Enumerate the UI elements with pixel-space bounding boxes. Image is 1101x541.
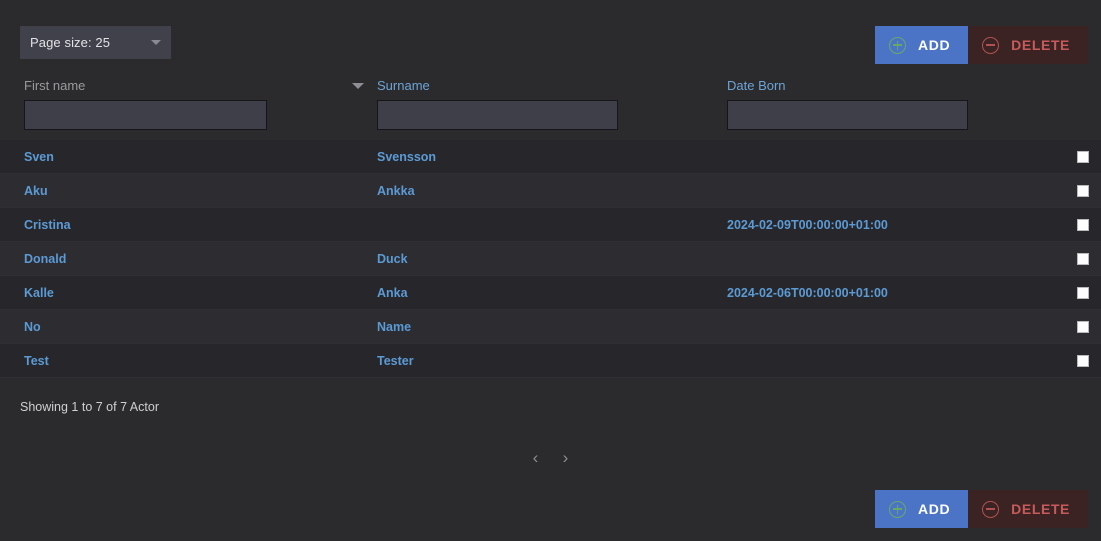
- column-header-first-name-label[interactable]: First name: [24, 78, 267, 94]
- cell-first-name[interactable]: Cristina: [24, 208, 71, 242]
- row-select-checkbox[interactable]: [1077, 253, 1089, 265]
- sort-desc-arrow-icon[interactable]: [352, 83, 364, 89]
- row-select-checkbox[interactable]: [1077, 321, 1089, 333]
- chevron-right-icon[interactable]: ›: [555, 446, 577, 468]
- showing-count-text: Showing 1 to 7 of 7 Actor: [20, 400, 159, 414]
- table-row[interactable]: Cristina 2024-02-09T00:00:00+01:00: [0, 208, 1101, 242]
- cell-surname[interactable]: Duck: [377, 242, 408, 276]
- row-select-checkbox[interactable]: [1077, 219, 1089, 231]
- circle-minus-icon: [982, 500, 1000, 518]
- row-select-checkbox-wrap: [1077, 321, 1089, 333]
- cell-first-name[interactable]: Sven: [24, 140, 54, 174]
- row-select-checkbox[interactable]: [1077, 287, 1089, 299]
- row-select-checkbox[interactable]: [1077, 185, 1089, 197]
- column-header-surname: Surname: [377, 78, 618, 130]
- add-button-top[interactable]: ADD: [875, 26, 969, 64]
- actor-table-page: Page size: 25 ADD DELETE First name Surn…: [0, 0, 1101, 541]
- column-header-surname-label[interactable]: Surname: [377, 78, 618, 94]
- top-action-buttons: ADD DELETE: [875, 26, 1088, 64]
- cell-surname[interactable]: Svensson: [377, 140, 436, 174]
- table-row[interactable]: Test Tester: [0, 344, 1101, 378]
- column-header-date-born-label[interactable]: Date Born: [727, 78, 968, 94]
- circle-plus-icon: [889, 36, 907, 54]
- table-row[interactable]: Donald Duck: [0, 242, 1101, 276]
- filter-input-first-name[interactable]: [24, 100, 267, 130]
- bottom-action-buttons: ADD DELETE: [875, 490, 1088, 528]
- table-row[interactable]: No Name: [0, 310, 1101, 344]
- circle-minus-icon: [982, 36, 1000, 54]
- page-size-select[interactable]: Page size: 25: [20, 26, 171, 59]
- cell-first-name[interactable]: Aku: [24, 174, 48, 208]
- cell-first-name[interactable]: No: [24, 310, 41, 344]
- row-select-checkbox-wrap: [1077, 253, 1089, 265]
- row-select-checkbox-wrap: [1077, 185, 1089, 197]
- cell-first-name[interactable]: Test: [24, 344, 49, 378]
- cell-surname[interactable]: Anka: [377, 276, 408, 310]
- column-header-date-born: Date Born: [727, 78, 968, 130]
- cell-surname[interactable]: Name: [377, 310, 411, 344]
- cell-first-name[interactable]: Kalle: [24, 276, 54, 310]
- row-select-checkbox-wrap: [1077, 219, 1089, 231]
- cell-first-name[interactable]: Donald: [24, 242, 66, 276]
- add-button-top-label: ADD: [918, 37, 951, 53]
- row-select-checkbox[interactable]: [1077, 151, 1089, 163]
- table-row[interactable]: Aku Ankka: [0, 174, 1101, 208]
- circle-plus-icon: [889, 500, 907, 518]
- row-select-checkbox-wrap: [1077, 287, 1089, 299]
- cell-surname[interactable]: Ankka: [377, 174, 415, 208]
- add-button-bottom-label: ADD: [918, 501, 951, 517]
- delete-button-bottom[interactable]: DELETE: [968, 490, 1088, 528]
- column-filter-row: First name Surname Date Born: [0, 78, 1101, 140]
- cell-surname[interactable]: Tester: [377, 344, 414, 378]
- page-size-label: Page size: 25: [30, 35, 111, 50]
- cell-date-born[interactable]: 2024-02-09T00:00:00+01:00: [727, 208, 888, 242]
- pagination-controls: ‹ ›: [0, 446, 1101, 468]
- column-header-first-name: First name: [24, 78, 267, 130]
- chevron-left-icon[interactable]: ‹: [525, 446, 547, 468]
- delete-button-bottom-label: DELETE: [1011, 501, 1070, 517]
- actor-table: Sven Svensson Aku Ankka Cristina 2024-02-09T0…: [0, 140, 1101, 378]
- chevron-down-icon: [151, 40, 161, 45]
- delete-button-top-label: DELETE: [1011, 37, 1070, 53]
- filter-input-date-born[interactable]: [727, 100, 968, 130]
- row-select-checkbox-wrap: [1077, 151, 1089, 163]
- table-row[interactable]: Sven Svensson: [0, 140, 1101, 174]
- table-row[interactable]: Kalle Anka 2024-02-06T00:00:00+01:00: [0, 276, 1101, 310]
- row-select-checkbox[interactable]: [1077, 355, 1089, 367]
- cell-date-born[interactable]: 2024-02-06T00:00:00+01:00: [727, 276, 888, 310]
- add-button-bottom[interactable]: ADD: [875, 490, 969, 528]
- top-toolbar: Page size: 25 ADD DELETE: [0, 0, 1101, 68]
- row-select-checkbox-wrap: [1077, 355, 1089, 367]
- delete-button-top[interactable]: DELETE: [968, 26, 1088, 64]
- filter-input-surname[interactable]: [377, 100, 618, 130]
